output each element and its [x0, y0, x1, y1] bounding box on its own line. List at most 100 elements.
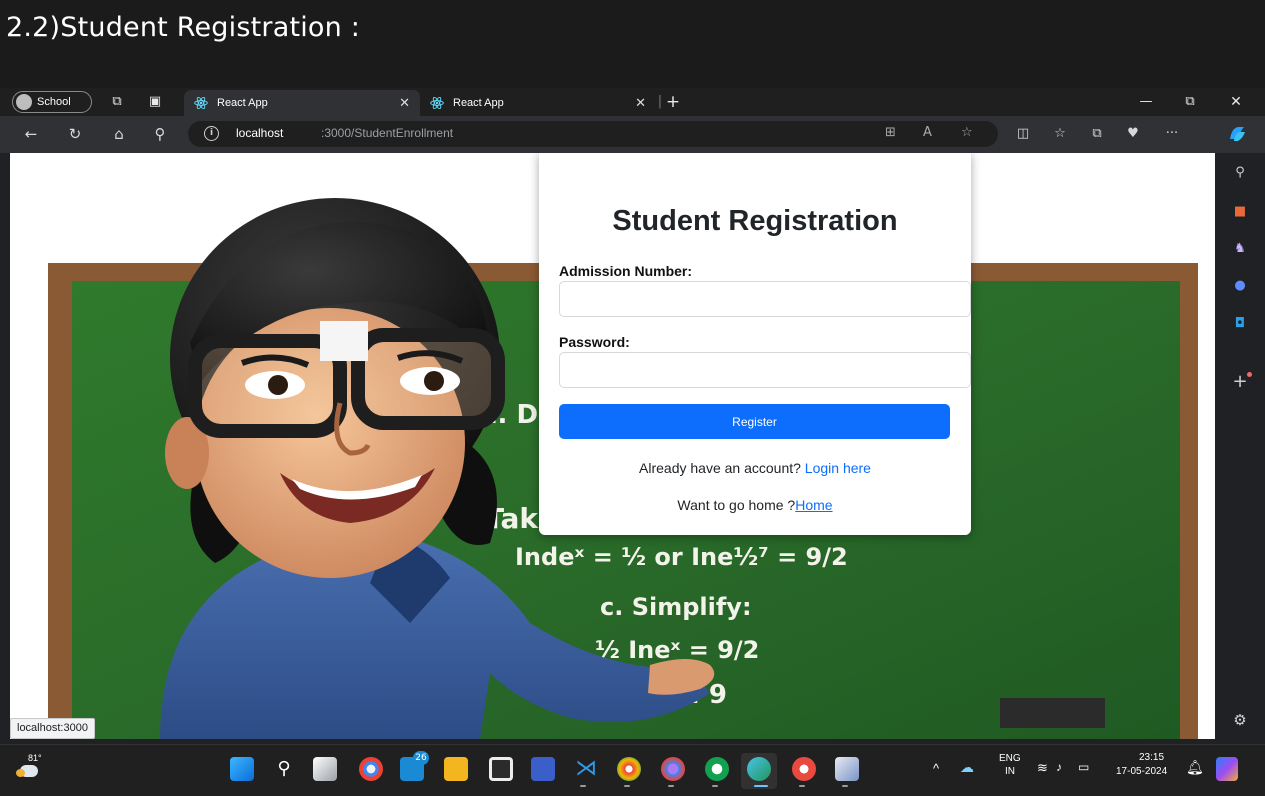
tab-actions-icon[interactable]: ⧉	[108, 93, 126, 111]
wps-office-icon[interactable]	[792, 757, 816, 781]
search-icon[interactable]: ⚲	[272, 757, 296, 781]
reader-icon[interactable]: ⊞	[885, 125, 896, 140]
close-tab-icon[interactable]: ✕	[635, 95, 646, 111]
running-indicator	[754, 785, 768, 787]
clock-date[interactable]: 17-05-2024	[1116, 766, 1167, 777]
running-indicator	[712, 785, 718, 787]
address-bar[interactable]: i localhost :3000/StudentEnrollment ⊞ A …	[188, 121, 998, 147]
chalk-line: c. Simplify:	[600, 593, 752, 621]
home-icon[interactable]: ⌂	[110, 125, 128, 143]
tab-title: React App	[217, 97, 268, 109]
register-button[interactable]: Register	[559, 404, 950, 439]
login-prompt-line: Already have an account? Login here	[539, 460, 971, 476]
home-prompt-text: Want to go home ?	[677, 497, 796, 513]
games-icon[interactable]: ♞	[1229, 238, 1251, 260]
tab-react-app[interactable]: React App ✕	[420, 90, 652, 116]
tab-overview-icon[interactable]: ▣	[146, 93, 164, 111]
tab-bar: School ⧉ ▣ React App ✕ React App ✕ | + —…	[0, 88, 1265, 116]
mongodb-compass-icon[interactable]	[705, 757, 729, 781]
status-url-tooltip: localhost:3000	[10, 718, 95, 739]
document-heading-strip: 2.2)Student Registration :	[0, 0, 1265, 88]
page-viewport: S a. D Tak Indeˣ = ½ or Ine½⁷ = 9/2 c. S…	[10, 153, 1215, 739]
onedrive-icon[interactable]: ☁	[960, 759, 974, 776]
read-aloud-icon[interactable]: A	[923, 125, 932, 140]
home-link[interactable]: Home	[795, 497, 832, 513]
region-indicator: IN	[1005, 766, 1015, 777]
wifi-icon[interactable]: ≋	[1037, 760, 1048, 776]
notification-dot	[1247, 372, 1252, 377]
profile-avatar	[16, 94, 32, 110]
react-logo-icon	[430, 96, 444, 110]
volume-icon[interactable]: ♪	[1056, 760, 1062, 774]
browser-window: School ⧉ ▣ React App ✕ React App ✕ | + —…	[0, 88, 1265, 744]
clock-time[interactable]: 23:15	[1139, 752, 1164, 763]
settings-icon[interactable]: ⚙	[1229, 709, 1251, 731]
search-icon[interactable]: ⚲	[1229, 162, 1251, 184]
vscode-icon[interactable]: ⋊	[574, 757, 598, 781]
form-title: Student Registration	[612, 205, 898, 237]
tab-title: React App	[453, 97, 504, 109]
active-app-highlight	[741, 753, 777, 789]
windows-taskbar: 81° ⚲ 26 ⋊ ^ ☁ ENG IN ≋ ♪ ▭ 23:15 17-05-…	[0, 744, 1265, 796]
task-view-icon[interactable]	[313, 757, 337, 781]
profile-label: School	[37, 96, 71, 108]
sun-icon	[16, 769, 25, 777]
site-info-icon[interactable]: i	[204, 126, 219, 141]
chrome-profile-icon[interactable]	[617, 757, 641, 781]
url-host: localhost	[236, 126, 284, 140]
new-tab-icon[interactable]: +	[664, 93, 682, 111]
weather-temp: 81°	[28, 753, 42, 763]
running-indicator	[668, 785, 674, 787]
store-icon[interactable]	[489, 757, 513, 781]
favorites-icon[interactable]: ☆	[1051, 125, 1069, 143]
tab-react-app-active[interactable]: React App ✕	[184, 90, 420, 116]
admission-number-label: Admission Number:	[559, 263, 693, 279]
copilot-taskbar-icon[interactable]	[1216, 757, 1238, 781]
app-icon[interactable]	[531, 757, 555, 781]
profile-button[interactable]: School	[12, 91, 92, 113]
close-tab-icon[interactable]: ✕	[399, 95, 410, 111]
search-icon[interactable]: ⚲	[151, 125, 169, 143]
notification-badge: 26	[413, 751, 429, 765]
outlook-icon[interactable]: ◘	[1229, 313, 1251, 335]
start-icon[interactable]	[230, 757, 254, 781]
health-icon[interactable]: ♥	[1124, 125, 1142, 143]
restore-icon[interactable]: ⧉	[1181, 93, 1199, 111]
show-hidden-icons-icon[interactable]: ^	[933, 761, 939, 776]
running-indicator	[580, 785, 586, 787]
chrome-icon[interactable]	[359, 757, 383, 781]
chrome-profile-icon[interactable]	[661, 757, 685, 781]
password-label: Password:	[559, 334, 630, 350]
close-window-icon[interactable]: ✕	[1227, 93, 1245, 111]
password-input[interactable]	[559, 352, 971, 388]
split-screen-icon[interactable]: ◫	[1014, 125, 1032, 143]
battery-icon[interactable]: ▭	[1078, 760, 1089, 774]
file-explorer-icon[interactable]	[444, 757, 468, 781]
edge-sidebar: ⚲ ■ ♞ ● ◘ + ⚙	[1218, 153, 1265, 744]
copilot-icon[interactable]	[1226, 123, 1248, 145]
admission-number-input[interactable]	[559, 281, 971, 317]
react-logo-icon	[194, 96, 208, 110]
login-link[interactable]: Login here	[805, 460, 871, 476]
url-path: :3000/StudentEnrollment	[321, 126, 454, 140]
more-icon[interactable]: ···	[1163, 125, 1181, 143]
running-indicator	[799, 785, 805, 787]
login-prompt-text: Already have an account?	[639, 460, 801, 476]
notification-bell-icon[interactable]: 🔔︎	[1186, 759, 1204, 776]
refresh-icon[interactable]: ↻	[66, 125, 84, 143]
running-indicator	[624, 785, 630, 787]
running-indicator	[842, 785, 848, 787]
registration-card: Student Registration Admission Number: P…	[539, 153, 971, 535]
tools-icon[interactable]: ■	[1229, 201, 1251, 223]
m365-icon[interactable]: ●	[1229, 275, 1251, 297]
weather-widget[interactable]: 81°	[16, 753, 42, 783]
back-icon[interactable]: ←	[22, 125, 40, 143]
home-prompt-line: Want to go home ?Home	[539, 497, 971, 513]
document-heading: 2.2)Student Registration :	[6, 12, 361, 43]
chalk-line: Indeˣ = ½ or Ine½⁷ = 9/2	[515, 543, 848, 571]
snipping-tool-icon[interactable]	[835, 757, 859, 781]
favorite-star-icon[interactable]: ☆	[961, 125, 973, 140]
collections-icon[interactable]: ⧉	[1088, 125, 1106, 143]
minimize-icon[interactable]: —	[1137, 93, 1155, 111]
language-indicator[interactable]: ENG	[999, 753, 1021, 764]
